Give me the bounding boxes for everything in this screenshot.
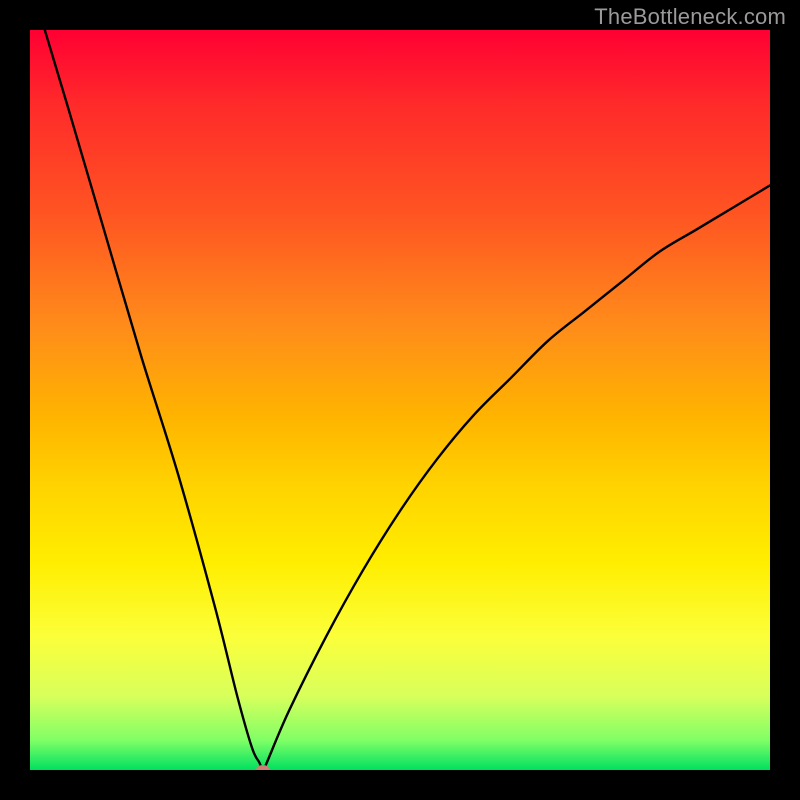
plot-area [30,30,770,770]
watermark-text: TheBottleneck.com [594,4,786,30]
bottleneck-curve [30,30,770,770]
chart-frame: TheBottleneck.com [0,0,800,800]
minimum-marker-icon [256,765,270,770]
